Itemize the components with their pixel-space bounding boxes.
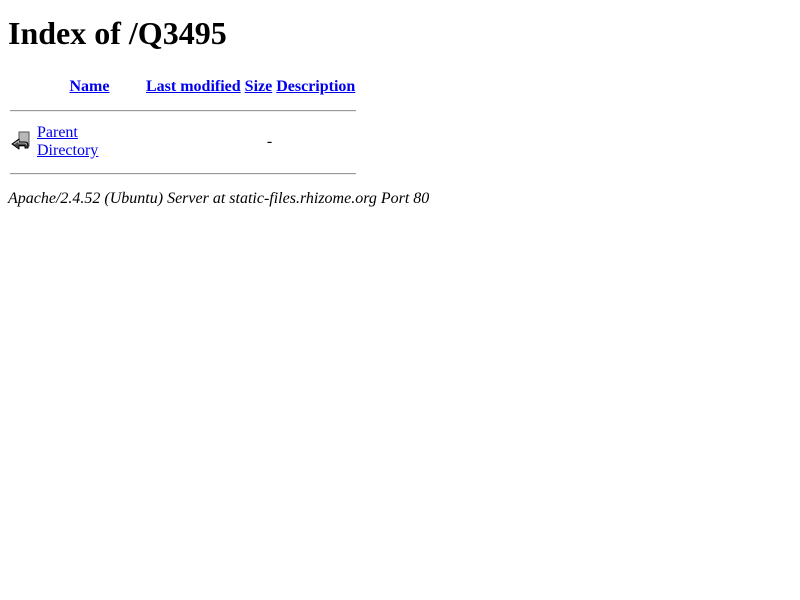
last-modified-column-header: Last modified xyxy=(145,75,242,98)
row-description-cell xyxy=(275,123,356,161)
parent-directory-link[interactable]: Parent Directory xyxy=(37,124,98,159)
row-size-cell: - xyxy=(266,133,273,150)
page-title: Index of /Q3495 xyxy=(8,15,227,51)
server-signature: Apache/2.4.52 (Ubuntu) Server at static-… xyxy=(8,190,430,207)
size-column-header: Size xyxy=(244,75,274,98)
table-header-row: Name Last modified Size Description xyxy=(10,75,356,98)
back-arrow-icon xyxy=(11,131,31,153)
name-column-header: Name xyxy=(36,75,143,98)
directory-listing-page: Index of /Q3495 Name Last modified Size … xyxy=(0,0,800,208)
file-listing-table: Name Last modified Size Description Pare… xyxy=(8,73,358,186)
row-icon-cell xyxy=(10,123,34,161)
footer-separator-row xyxy=(10,163,357,184)
row-name-cell: Parent Directory xyxy=(36,123,143,161)
horizontal-rule xyxy=(10,172,357,175)
horizontal-rule xyxy=(10,109,357,112)
icon-header xyxy=(10,75,34,98)
sort-by-name-link[interactable]: Name xyxy=(70,78,110,95)
table-row: Parent Directory - xyxy=(10,123,356,161)
row-last-modified-cell xyxy=(145,123,242,161)
description-column-header: Description xyxy=(275,75,356,98)
header-separator-row xyxy=(10,100,357,121)
sort-by-description-link[interactable]: Description xyxy=(276,78,355,95)
sort-by-last-modified-link[interactable]: Last modified xyxy=(146,78,241,95)
sort-by-size-link[interactable]: Size xyxy=(245,78,273,95)
